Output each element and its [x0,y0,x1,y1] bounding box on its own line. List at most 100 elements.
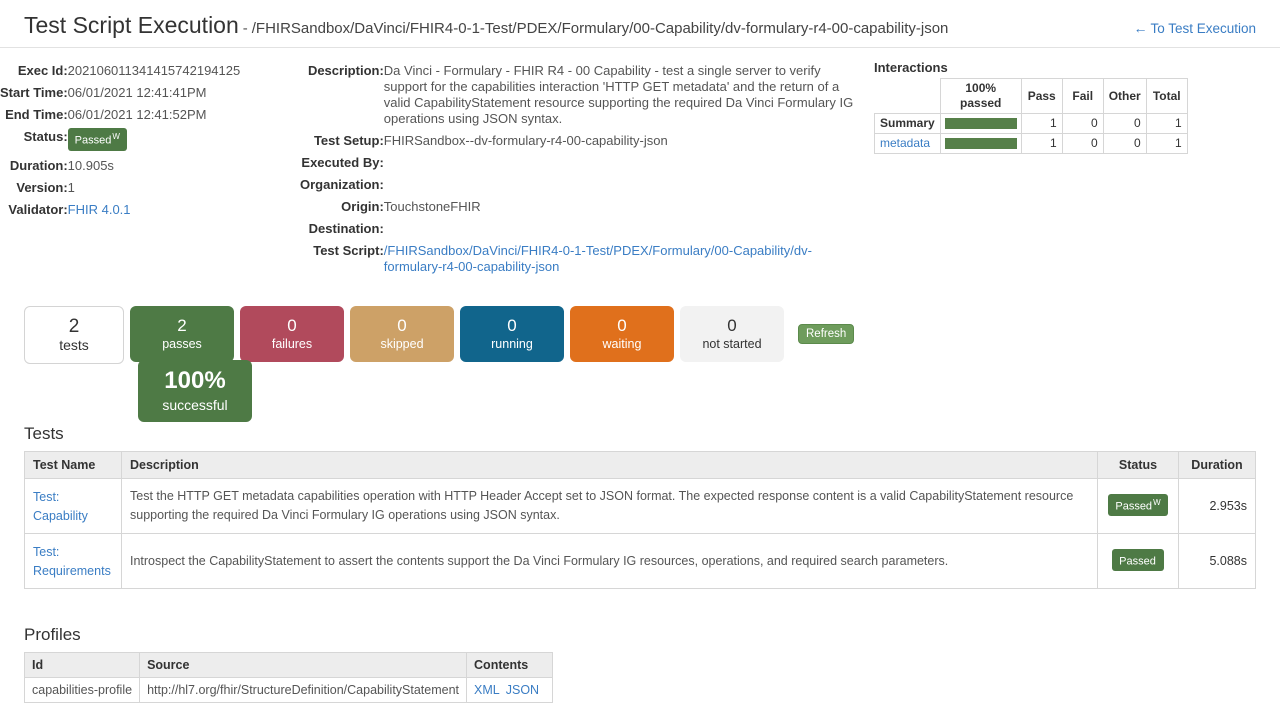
test-name-link-line2[interactable]: Requirements [33,562,113,581]
test-name-link-line1[interactable]: Test: [33,488,113,507]
status-badge: PassedW [1108,494,1167,517]
stat-box-tests[interactable]: 2 tests [24,306,124,364]
label-exec-id: Exec Id: [0,60,68,82]
label-version: Version: [0,177,68,199]
row-version: Version: 1 [0,177,300,199]
row-exec-id: Exec Id: 202106011341415742194125 [0,60,300,82]
status-badge-label: Passed [1119,555,1156,567]
test-name-cell[interactable]: Test: Requirements [25,534,122,589]
stat-label-tests: tests [59,337,89,353]
profile-json-link[interactable]: JSON [506,683,539,697]
tests-col-description: Description [122,452,1098,479]
interactions-header-row: 100% passed Pass Fail Other Total [875,79,1188,114]
status-badge-label: Passed [75,135,112,147]
status-badge: PassedW [68,128,127,151]
progress-track [945,118,1017,129]
stat-label-not-started: not started [702,336,761,352]
interactions-table-head: 100% passed Pass Fail Other Total [875,79,1188,114]
value-destination [384,218,860,240]
profiles-col-contents: Contents [467,653,553,678]
test-description-cell: Test the HTTP GET metadata capabilities … [122,479,1098,534]
row-description: Description: Da Vinci - Formulary - FHIR… [300,60,860,130]
interactions-col-total: Total [1146,79,1187,114]
test-name-cell[interactable]: Test: Capability [25,479,122,534]
interactions-table: 100% passed Pass Fail Other Total Summar… [874,78,1188,154]
interactions-col-percent: 100% passed [940,79,1021,114]
stat-label-skipped: skipped [380,336,423,352]
row-validator: Validator: FHIR 4.0.1 [0,199,300,221]
test-duration-cell: 5.088s [1179,534,1256,589]
interactions-column: Interactions 100% passed Pass Fail Other… [860,60,1280,278]
value-validator: FHIR 4.0.1 [68,199,300,221]
row-organization: Organization: [300,174,860,196]
stat-value-running: 0 [507,316,516,336]
value-organization [384,174,860,196]
success-percent-box: 100% successful [138,360,252,422]
label-origin: Origin: [300,196,384,218]
interactions-row-label: Summary [875,114,941,134]
interactions-col-fail: Fail [1062,79,1103,114]
stat-box-failures[interactable]: 0 failures [240,306,344,362]
row-destination: Destination: [300,218,860,240]
tests-table-head: Test Name Description Status Duration [25,452,1256,479]
value-test-script: /FHIRSandbox/DaVinci/FHIR4-0-1-Test/PDEX… [384,240,860,278]
progress-track [945,138,1017,149]
back-to-test-execution-link[interactable]: ←To Test Execution [1133,21,1256,36]
interactions-row-label-link[interactable]: metadata [875,134,941,154]
label-test-setup: Test Setup: [300,130,384,152]
tests-header-row: Test Name Description Status Duration [25,452,1256,479]
stat-box-not-started[interactable]: 0 not started [680,306,784,362]
table-row: Summary 1 0 0 1 [875,114,1188,134]
label-test-script: Test Script: [300,240,384,278]
success-percent-value: 100% [164,367,225,395]
label-end-time: End Time: [0,104,68,126]
interactions-col-pass: Pass [1021,79,1062,114]
interactions-total-count: 1 [1146,114,1187,134]
tests-col-test-name: Test Name [25,452,122,479]
stat-value-tests: 2 [69,317,80,337]
label-description: Description: [300,60,384,130]
page-root: Test Script Execution - /FHIRSandbox/DaV… [0,0,1280,704]
stat-value-failures: 0 [287,316,296,336]
header-actions: ←To Test Execution [1133,20,1256,38]
stat-box-passes[interactable]: 2 passes [130,306,234,362]
profiles-heading: Profiles [0,625,1280,652]
table-row: metadata 1 0 0 1 [875,134,1188,154]
page-header: Test Script Execution - /FHIRSandbox/DaV… [0,0,1280,48]
execution-stats-row: 2 tests 2 passes 0 failures 0 skipped 0 … [0,278,1280,364]
execution-details-section: Exec Id: 202106011341415742194125 Start … [0,48,1280,278]
label-validator: Validator: [0,199,68,221]
interactions-other-count: 0 [1103,114,1146,134]
status-badge-superscript: W [112,132,120,141]
stat-box-waiting[interactable]: 0 waiting [570,306,674,362]
tests-table: Test Name Description Status Duration Te… [24,451,1256,589]
interactions-progress-cell [940,134,1021,154]
status-badge-label: Passed [1115,500,1152,512]
profile-xml-link[interactable]: XML [474,683,500,697]
page-title: Test Script Execution [24,12,239,39]
profiles-table-wrap: Id Source Contents capabilities-profile … [0,652,1280,703]
stat-box-skipped[interactable]: 0 skipped [350,306,454,362]
validator-link[interactable]: FHIR 4.0.1 [68,202,131,217]
test-script-link[interactable]: /FHIRSandbox/DaVinci/FHIR4-0-1-Test/PDEX… [384,243,812,274]
row-test-script: Test Script: /FHIRSandbox/DaVinci/FHIR4-… [300,240,860,278]
interactions-other-count: 0 [1103,134,1146,154]
value-version: 1 [68,177,300,199]
stat-box-running[interactable]: 0 running [460,306,564,362]
profiles-col-source: Source [140,653,467,678]
back-link-label: To Test Execution [1150,21,1256,36]
left-arrow-icon: ← [1133,20,1147,36]
profiles-table-head: Id Source Contents [25,653,553,678]
value-exec-id: 202106011341415742194125 [68,60,300,82]
profile-source-cell: http://hl7.org/fhir/StructureDefinition/… [140,678,467,703]
value-status: PassedW [68,126,300,155]
test-name-link-line1[interactable]: Test: [33,543,113,562]
row-executed-by: Executed By: [300,152,860,174]
label-destination: Destination: [300,218,384,240]
profile-contents-cell[interactable]: XML JSON [467,678,553,703]
tests-col-status: Status [1098,452,1179,479]
metadata-link[interactable]: metadata [880,136,930,150]
refresh-button[interactable]: Refresh [798,324,854,344]
table-row: Test: Capability Test the HTTP GET metad… [25,479,1256,534]
test-name-link-line2[interactable]: Capability [33,507,113,526]
